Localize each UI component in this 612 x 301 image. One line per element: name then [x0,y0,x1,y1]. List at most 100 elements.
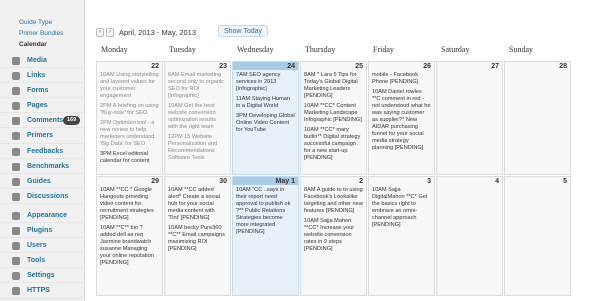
day-number: May 1 [275,178,295,185]
sidebar-item-label: Links [27,72,46,80]
scheduled-post[interactable]: mobile - Facebook Phone [PENDING] [372,72,431,86]
next-range-button[interactable]: › [106,27,114,37]
weekday-header: Saturday [441,45,470,54]
tools-icon [12,257,20,266]
sidebar-item-label: Appearance [27,211,68,219]
day-post-list: 10AM "CC ..says in their report need app… [236,187,295,239]
day-cell[interactable]: 30 10AM **CC added alert* Create a social… [164,176,231,296]
sidebar-item-appearance[interactable]: Appearance [0,208,85,224]
day-cell[interactable]: 24 7AM SEO agency services in 2013 [Infog… [232,61,299,175]
sidebar-item-label: HTTPS [27,287,50,295]
sidebar-item-label: Media [27,57,47,64]
discussions-icon [12,192,20,201]
sidebar-item-users[interactable]: Users [0,238,85,254]
show-today-button[interactable]: Show Today [218,25,269,37]
scheduled-post[interactable]: 2PM A briefing on using "Buy-now" for SE… [100,103,159,117]
sidebar-item-feedbacks[interactable]: Feedbacks [0,144,85,159]
day-post-list: 8AM A guide to to using Facebook's Looka… [304,187,363,256]
scheduled-post[interactable]: 3PM Excel editorial calendar for content [100,151,159,165]
scheduled-post[interactable]: 11AM Staying Human in a Digital World [236,96,295,110]
day-cell[interactable]: 28 [504,61,571,175]
day-post-list: 8AM * Lara 5 Tips for Today's Global Dig… [304,72,363,165]
day-cell[interactable]: 5 [504,176,571,296]
sidebar-item-label: Pages [27,102,48,110]
day-post-list: 10AM Using storytelling and layered valu… [100,72,159,168]
day-cell[interactable]: 26 mobile - Facebook Phone [PENDING] 10AM … [368,61,435,175]
calendar-nav: ‹ › April, 2013 - May, 2013 [96,26,196,38]
settings-icon [12,272,20,281]
feedbacks-icon [12,147,20,156]
day-cell[interactable]: 27 [436,61,503,175]
scheduled-post[interactable]: 7AM SEO agency services in 2013 [Infogra… [236,72,295,93]
sidebar-item-comments[interactable]: Comments 169 [0,113,85,129]
submenu-item-primer-bundles[interactable]: Primer Bundles [0,28,84,39]
scheduled-post[interactable]: 10AM **CC* Content Marketing Landscape I… [304,103,363,124]
scheduled-post[interactable]: 8AM * Lara 5 Tips for Today's Global Dig… [304,72,363,100]
scheduled-post[interactable]: 10AM **CC* mary butlin** Digital strateg… [304,127,363,162]
prev-range-button[interactable]: ‹ [96,27,104,37]
day-cell[interactable]: 2 8AM A guide to to using Facebook's Look… [300,176,367,296]
sidebar-item-label: Users [27,242,47,250]
weekday-header: Wednesday [237,45,274,54]
scheduled-post[interactable]: 10AM becky Pure360 **C** Email campaigns… [168,225,227,253]
day-cell[interactable]: 29 10AM **CC * Google Hangouts providing … [96,176,163,296]
sidebar-item-discussions[interactable]: Discussions [0,189,85,204]
day-cell[interactable]: 25 8AM * Lara 5 Tips for Today's Global D… [300,61,367,175]
day-post-list: mobile - Facebook Phone [PENDING] 10AM Da… [372,72,431,155]
submenu-item-calendar[interactable]: Calendar [0,39,84,50]
calendar-grid: Monday Tuesday Wednesday Thursday Friday Satu… [96,39,571,301]
day-number: 22 [151,63,159,70]
scheduled-post[interactable]: 10AM Daniel rowles **C comment in red - … [372,89,431,152]
sidebar-item-label: Comments [27,117,64,125]
day-cell[interactable]: 23 8AM Email marketing second only to org… [164,61,231,175]
weekday-header: Sunday [509,45,533,54]
scheduled-post[interactable]: 10AM Get the best website conversion opt… [168,103,227,131]
sidebar-item-https[interactable]: HTTPS [0,283,85,299]
sidebar-item-benchmarks[interactable]: Benchmarks [0,159,85,174]
scheduled-post[interactable]: 8AM Email marketing second only to organ… [168,72,227,100]
scheduled-post[interactable]: 10AM Sajja Mahon **CC* Increase your web… [304,218,363,253]
scheduled-post[interactable]: 8AM A guide to to using Facebook's Looka… [304,187,363,215]
scheduled-post[interactable]: 10AM **CC added alert* Create a social h… [168,187,227,222]
day-number: 2 [359,178,363,185]
sidebar-item-guides[interactable]: Guides [0,174,85,189]
sidebar-item-label: Plugins [27,227,53,235]
sidebar-item-label: Tools [27,257,46,265]
sidebar-item-media[interactable]: Media [0,53,85,69]
scheduled-post[interactable]: 2PM Optimum tool - a new review to help … [100,120,159,148]
scheduled-post[interactable]: 10AM "CC ..says in their report need app… [236,187,295,236]
sidebar-item-links[interactable]: Links [0,68,85,84]
day-post-list: 10AM **CC added alert* Create a social h… [168,187,227,256]
sidebar-item-plugins[interactable]: Plugins [0,223,85,239]
day-cell[interactable]: 3 10AM Sajja DigitalMahon **C* Get the ba… [368,176,435,296]
scheduled-post[interactable]: 3PM Developing Global Online Video Conte… [236,113,295,134]
day-cell[interactable]: 22 10AM Using storytelling and layered va… [96,61,163,175]
day-post-list: 10AM **CC * Google Hangouts providing vi… [100,187,159,270]
sidebar-item-primers[interactable]: Primers [0,128,85,144]
day-number: 26 [423,63,431,70]
admin-sidebar: Guide Type Primer Bundles Calendar Media Li… [0,0,85,301]
day-post-list: 8AM Email marketing second only to organ… [168,72,227,165]
sidebar-item-label: Discussions [27,192,69,200]
day-post-list: 10AM Sajja DigitalMahon **C* Get the bas… [372,187,431,232]
sidebar-item-forms[interactable]: Forms [0,83,85,99]
media-icon [12,57,20,65]
sidebar-item-pages[interactable]: Pages [0,98,85,114]
day-cell[interactable]: 4 [436,176,503,296]
sidebar-item-label: Guides [27,177,51,185]
day-number: 28 [559,63,567,70]
day-cell[interactable]: May 1 10AM "CC ..says in their report nee… [232,176,299,296]
weekday-header: Monday [101,45,128,54]
appearance-icon [12,211,20,220]
sidebar-item-label: Primers [27,132,54,140]
scheduled-post[interactable]: 10AM Sajja DigitalMahon **C* Get the bas… [372,187,431,229]
sidebar-item-tools[interactable]: Tools [0,253,85,269]
scheduled-post[interactable]: 10AM **C** bio ? added dell as req Jasmi… [100,225,159,267]
sidebar-item-settings[interactable]: Settings [0,268,85,284]
scheduled-post[interactable]: 10AM **CC * Google Hangouts providing vi… [100,187,159,222]
scheduled-post[interactable]: 10AM Using storytelling and layered valu… [100,72,159,100]
scheduled-post[interactable]: 12PM 15 Website Personalization and Reco… [168,134,227,162]
sidebar-item-label: Feedbacks [27,147,64,155]
https-icon [12,287,20,296]
submenu-item-guide-type[interactable]: Guide Type [0,17,84,28]
